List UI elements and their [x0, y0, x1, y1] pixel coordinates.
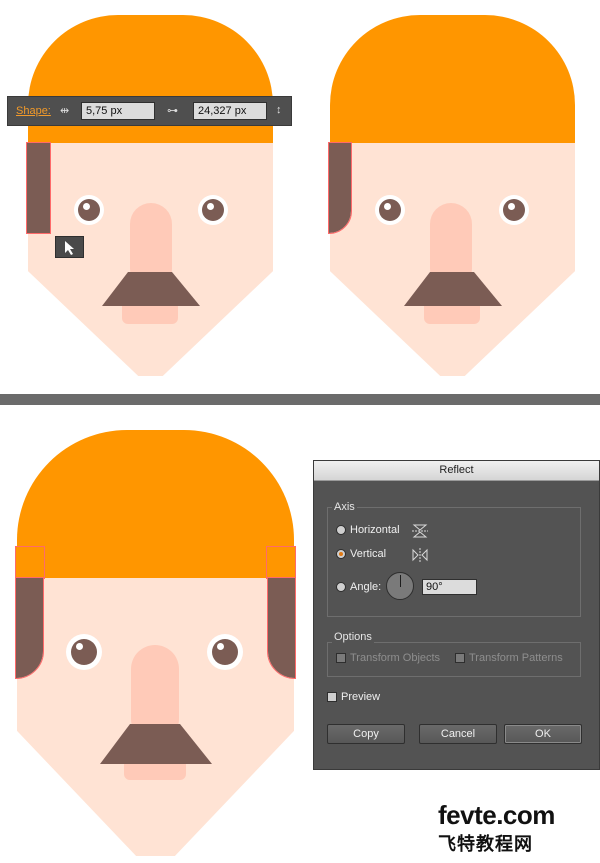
section-divider	[0, 394, 600, 405]
sideburn-selected[interactable]	[26, 142, 51, 234]
height-field[interactable]: 24,327 px	[193, 102, 267, 120]
angle-input[interactable]: 90°	[422, 579, 477, 595]
shape-toolbar: Shape: ⇹ 5,75 px ⊶ 24,327 px ↕	[7, 96, 292, 126]
width-field[interactable]: 5,75 px	[81, 102, 155, 120]
shape-label[interactable]: Shape:	[16, 105, 51, 117]
cancel-button[interactable]: Cancel	[419, 724, 497, 744]
pupil	[212, 639, 238, 665]
pupil	[202, 199, 224, 221]
dialog-title: Reflect	[314, 461, 599, 481]
hair-3	[17, 430, 294, 578]
eye-right-1	[198, 195, 228, 225]
glint	[508, 203, 515, 210]
watermark-domain: fevte.com	[438, 800, 555, 830]
preview-checkbox[interactable]	[327, 692, 337, 702]
hair-2	[330, 15, 575, 143]
pupil	[503, 199, 525, 221]
cursor-tooltip	[55, 236, 84, 258]
angle-radio[interactable]	[336, 582, 346, 592]
horizontal-label[interactable]: Horizontal	[350, 524, 400, 536]
mustache-1	[102, 272, 200, 306]
reflect-dialog: Reflect Axis Horizontal Vertical Angle: …	[313, 460, 600, 770]
angle-dial[interactable]	[386, 572, 414, 600]
horizontal-radio[interactable]	[336, 525, 346, 535]
eye-left-3	[66, 634, 102, 670]
glint	[217, 643, 224, 650]
pupil	[78, 199, 100, 221]
transform-objects-label[interactable]: Transform Objects	[350, 652, 440, 664]
glint	[207, 203, 214, 210]
arrow-cursor-icon	[65, 241, 74, 255]
glint	[83, 203, 90, 210]
sideburn-right[interactable]	[267, 577, 296, 679]
copy-button[interactable]: Copy	[327, 724, 405, 744]
vertical-reflect-icon	[412, 548, 428, 562]
eye-right-2	[499, 195, 529, 225]
watermark-site-name: 飞特教程网	[438, 834, 533, 854]
link-icon[interactable]: ⊶	[167, 104, 178, 117]
glint	[76, 643, 83, 650]
mustache-3	[100, 724, 212, 764]
pupil	[379, 199, 401, 221]
horizontal-reflect-icon	[412, 524, 428, 538]
transform-objects-checkbox[interactable]	[336, 653, 346, 663]
sideburn-rounded[interactable]	[328, 142, 352, 234]
glint	[384, 203, 391, 210]
vertical-label[interactable]: Vertical	[350, 548, 386, 560]
angle-label[interactable]: Angle:	[350, 581, 381, 593]
ok-button[interactable]: OK	[504, 724, 582, 744]
pupil	[71, 639, 97, 665]
eye-left-1	[74, 195, 104, 225]
vertical-radio[interactable]	[336, 549, 346, 559]
axis-group-label: Axis	[332, 501, 357, 513]
width-icon: ⇹	[60, 105, 70, 117]
transform-patterns-label[interactable]: Transform Patterns	[469, 652, 563, 664]
eye-left-2	[375, 195, 405, 225]
height-icon: ↕	[276, 104, 282, 116]
sideburn-left[interactable]	[15, 577, 44, 679]
sideburn-top-right	[266, 546, 296, 579]
sideburn-top-left	[15, 546, 45, 579]
options-group-label: Options	[332, 631, 374, 643]
mustache-2	[404, 272, 502, 306]
preview-label[interactable]: Preview	[341, 691, 380, 703]
transform-patterns-checkbox[interactable]	[455, 653, 465, 663]
eye-right-3	[207, 634, 243, 670]
